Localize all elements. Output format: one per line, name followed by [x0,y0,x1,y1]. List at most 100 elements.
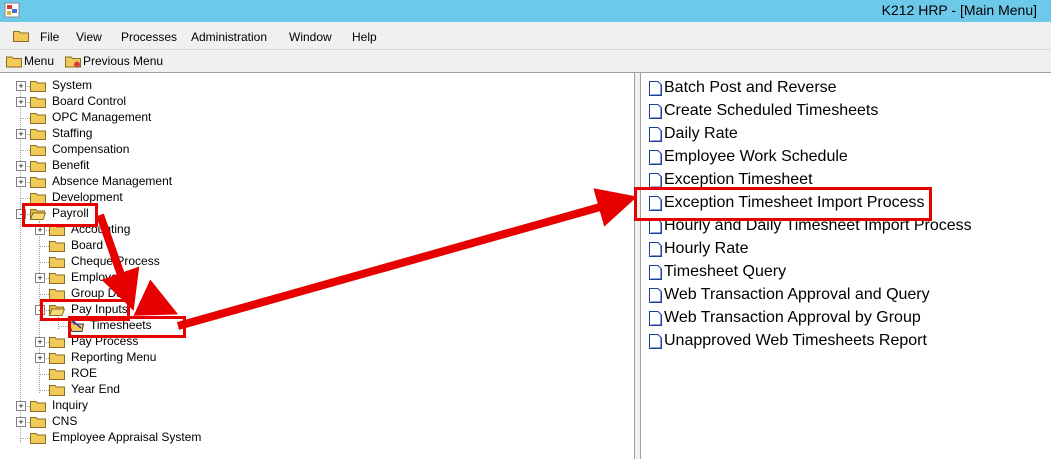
tree-item-label: Group Data [71,286,134,300]
expand-icon[interactable]: + [35,353,45,363]
expand-icon[interactable]: + [16,161,26,171]
tree-item-cns[interactable]: + CNS [0,414,600,430]
folder-icon [30,113,46,124]
menu-view[interactable]: View [76,30,102,44]
tree-item-roe[interactable]: ROE [0,366,600,382]
tree-item-label: System [52,78,93,92]
document-icon [649,81,662,96]
tree-item-benefit[interactable]: + Benefit [0,158,600,174]
title-bar: K212 HRP - [Main Menu] [0,0,1051,22]
process-item-web-transaction-approval-by-group[interactable]: Web Transaction Approval by Group [649,308,1039,330]
folder-icon [30,433,46,444]
toolbar: Menu Previous Menu [0,50,1051,73]
tree-item-label: ROE [71,366,98,380]
tree-item-board[interactable]: Board [0,238,600,254]
folder-icon [30,97,46,108]
tree-item-reporting-menu[interactable]: + Reporting Menu [0,350,600,366]
process-item-label: Create Scheduled Timesheets [664,102,879,119]
app-logo-icon [4,2,20,18]
expand-icon[interactable]: + [16,97,26,107]
previous-menu-icon [65,56,81,68]
document-icon [649,265,662,280]
tree-item-system[interactable]: + System [0,78,600,94]
menu-button-label: Menu [24,54,55,68]
tree-item-label: Inquiry [52,398,89,412]
document-icon [649,150,662,165]
menu-processes[interactable]: Processes [121,30,177,44]
document-icon [649,173,662,188]
tree-item-employee-appraisal-system[interactable]: Employee Appraisal System [0,430,600,446]
expand-icon[interactable]: + [16,417,26,427]
previous-menu-label: Previous Menu [83,54,164,68]
tree-item-label: Staffing [52,126,93,140]
folder-icon [6,56,22,68]
tree-item-board-control[interactable]: + Board Control [0,94,600,110]
menu-file[interactable]: File [40,30,59,44]
document-icon [649,311,662,326]
tree-item-opc-management[interactable]: OPC Management [0,110,600,126]
tree-item-label: Compensation [52,142,130,156]
tree-item-label: OPC Management [52,110,152,124]
menu-window[interactable]: Window [289,30,332,44]
process-item-label: Batch Post and Reverse [664,79,837,96]
tree-item-staffing[interactable]: + Staffing [0,126,600,142]
highlight-exception-import [634,187,932,221]
tree-item-label: Board [71,238,104,252]
process-item-batch-post-and-reverse[interactable]: Batch Post and Reverse [649,78,1039,100]
highlight-timesheets [68,316,186,338]
process-item-label: Employee Work Schedule [664,148,848,165]
process-item-daily-rate[interactable]: Daily Rate [649,124,1039,146]
folder-icon [49,257,65,268]
process-item-web-transaction-approval-and-query[interactable]: Web Transaction Approval and Query [649,285,1039,307]
tree-item-label: Employee Appraisal System [52,430,202,444]
document-icon [649,242,662,257]
expand-icon[interactable]: + [35,337,45,347]
menu-administration[interactable]: Administration [191,30,267,44]
folder-icon [13,31,29,42]
tree-item-absence-management[interactable]: + Absence Management [0,174,600,190]
process-item-timesheet-query[interactable]: Timesheet Query [649,262,1039,284]
tree-item-label: Absence Management [52,174,173,188]
process-item-create-scheduled-timesheets[interactable]: Create Scheduled Timesheets [649,101,1039,123]
menu-button[interactable]: Menu [6,53,62,69]
highlight-payroll [22,203,98,227]
tree-item-employee[interactable]: + Employee [0,270,600,286]
folder-icon [49,337,65,348]
tree-item-label: Board Control [52,94,127,108]
tree-item-cheque-process[interactable]: Cheque Process [0,254,600,270]
folder-icon [30,129,46,140]
process-item-label: Web Transaction Approval by Group [664,309,921,326]
expand-icon[interactable]: + [16,177,26,187]
expand-icon[interactable]: + [16,129,26,139]
tree-item-label: Cheque Process [71,254,160,268]
tree-item-label: Employee [71,270,125,284]
process-item-label: Daily Rate [664,125,738,142]
process-item-label: Hourly Rate [664,240,749,257]
folder-icon [49,385,65,396]
menu-items-pane[interactable]: Batch Post and Reverse Create Scheduled T… [641,73,1051,459]
tree-item-label: CNS [52,414,78,428]
process-item-label: Unapproved Web Timesheets Report [664,332,927,349]
window-title: K212 HRP - [Main Menu] [881,2,1037,18]
tree-item-compensation[interactable]: Compensation [0,142,600,158]
folder-icon [30,161,46,172]
tree-item-inquiry[interactable]: + Inquiry [0,398,600,414]
folder-icon [49,241,65,252]
menu-tree-pane[interactable]: + System + Board Control OPC Management + Staf… [0,73,635,459]
process-item-label: Timesheet Query [664,263,787,280]
document-icon [649,127,662,142]
previous-menu-button[interactable]: Previous Menu [65,53,170,69]
expand-icon[interactable]: + [16,401,26,411]
document-icon [649,288,662,303]
process-item-employee-work-schedule[interactable]: Employee Work Schedule [649,147,1039,169]
expand-icon[interactable]: + [35,273,45,283]
folder-icon [49,273,65,284]
process-item-hourly-rate[interactable]: Hourly Rate [649,239,1039,261]
expand-icon[interactable]: + [16,81,26,91]
tree-item-label: Development [52,190,123,204]
menu-help[interactable]: Help [352,30,377,44]
process-item-unapproved-web-timesheets-report[interactable]: Unapproved Web Timesheets Report [649,331,1039,353]
folder-icon [49,353,65,364]
folder-icon [30,145,46,156]
tree-item-year-end[interactable]: Year End [0,382,600,398]
